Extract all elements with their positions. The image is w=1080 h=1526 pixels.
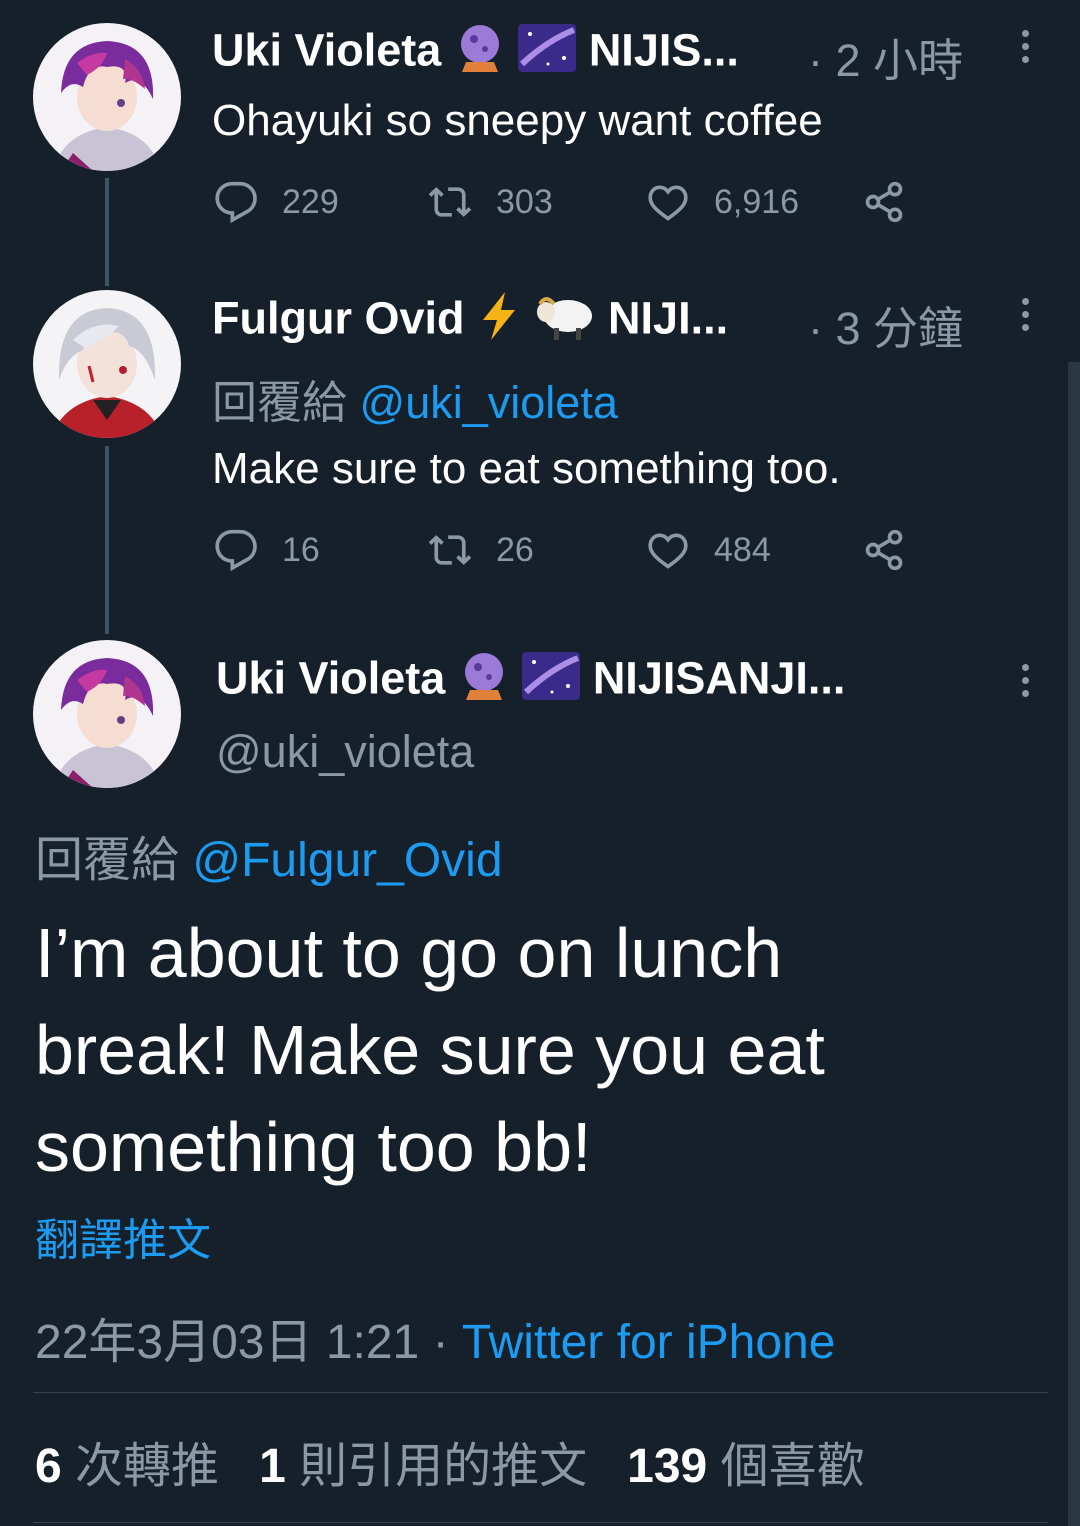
thread-line (105, 178, 109, 286)
like-total: 139 (627, 1440, 708, 1493)
share-button[interactable] (862, 528, 930, 572)
author-affiliation: NIJI... (608, 292, 729, 344)
uki-avatar[interactable] (33, 23, 181, 171)
lightning-emoji (477, 290, 521, 353)
like-button[interactable]: 484 (646, 528, 771, 572)
more-icon[interactable] (1017, 298, 1033, 338)
reply-handle-link[interactable]: @Fulgur_Ovid (192, 834, 502, 887)
crystal-ball-emoji (454, 22, 506, 85)
like-count: 6,916 (714, 182, 800, 221)
reply-icon (215, 181, 257, 224)
main-handle[interactable]: @uki_violeta (216, 726, 474, 778)
reply-count: 16 (282, 530, 320, 569)
author-name[interactable]: Uki Violeta (212, 24, 441, 75)
reply-to-line: 回覆給 @Fulgur_Ovid (35, 820, 503, 890)
tweet-2-text: Make sure to eat something too. (212, 444, 841, 493)
share-icon (865, 529, 903, 571)
divider (33, 1522, 1048, 1523)
sheep-emoji (534, 290, 596, 353)
reply-button[interactable]: 229 (214, 180, 339, 224)
uki-avatar[interactable] (33, 640, 181, 788)
like-stat-label: 個喜歡 (720, 1440, 865, 1493)
tweet-1-text: Ohayuki so sneepy want coffee (212, 96, 823, 145)
engagement-stats: 6 次轉推 1 則引用的推文 139 個喜歡 (35, 1426, 865, 1496)
timestamp[interactable]: 22年3月03日 1:21 (35, 1316, 419, 1369)
main-tweet-text: I’m about to go on lunch break! Make sur… (35, 905, 825, 1196)
crystal-ball-emoji (458, 650, 510, 713)
more-icon[interactable] (1017, 30, 1033, 70)
author-name[interactable]: Fulgur Ovid (212, 292, 465, 343)
quote-stat-label: 則引用的推文 (299, 1440, 588, 1493)
like-count: 484 (714, 530, 771, 569)
main-text-line: break! Make sure you eat (35, 1011, 825, 1089)
retweet-total: 6 (35, 1440, 62, 1493)
tweet-2-author[interactable]: Fulgur Ovid NIJI... (212, 290, 728, 353)
like-button[interactable]: 6,916 (646, 180, 799, 224)
reply-handle-link[interactable]: @uki_violeta (360, 377, 618, 428)
share-button[interactable] (862, 180, 930, 224)
quote-total: 1 (259, 1440, 286, 1493)
main-author[interactable]: Uki Violeta NIJISANJI... (216, 650, 845, 713)
retweet-icon (428, 187, 472, 217)
source-link[interactable]: Twitter for iPhone (462, 1316, 836, 1369)
quote-stat[interactable]: 1 則引用的推文 (259, 1440, 587, 1493)
reply-button[interactable]: 16 (214, 528, 320, 572)
retweet-stat-label: 次轉推 (75, 1440, 220, 1493)
retweet-button[interactable]: 303 (428, 180, 553, 224)
author-affiliation: NIJIS... (588, 24, 739, 76)
retweet-icon (428, 535, 472, 565)
retweet-button[interactable]: 26 (428, 528, 534, 572)
reply-prefix: 回覆給 (212, 377, 348, 428)
fulgur-avatar[interactable] (33, 290, 181, 438)
galaxy-emoji (522, 652, 581, 711)
separator-dot: · (432, 1316, 449, 1369)
divider (33, 1392, 1048, 1393)
main-text-line: something too bb! (35, 1108, 592, 1186)
reply-prefix: 回覆給 (35, 834, 180, 887)
thread-line (105, 446, 109, 634)
tweet-1-time[interactable]: · 2 小時 (808, 24, 963, 89)
tweet-1-author[interactable]: Uki Violeta NIJIS... (212, 22, 739, 85)
main-text-line: I’m about to go on lunch (35, 914, 783, 992)
reply-to-line: 回覆給 @uki_violeta (212, 366, 618, 431)
more-icon[interactable] (1017, 664, 1033, 704)
translate-tweet-link[interactable]: 翻譯推文 (35, 1204, 211, 1268)
like-icon (648, 533, 688, 569)
retweet-count: 26 (496, 530, 534, 569)
like-icon (648, 185, 688, 221)
tweet-metadata: 22年3月03日 1:21 · Twitter for iPhone (35, 1302, 835, 1372)
like-stat[interactable]: 139 個喜歡 (627, 1440, 864, 1493)
retweet-count: 303 (496, 182, 553, 221)
scrollbar[interactable] (1068, 362, 1080, 1526)
author-affiliation: NIJISANJI... (592, 652, 846, 704)
reply-count: 229 (282, 182, 339, 221)
reply-icon (215, 529, 257, 572)
retweet-stat[interactable]: 6 次轉推 (35, 1440, 219, 1493)
share-icon (865, 181, 903, 223)
tweet-2-time[interactable]: · 3 分鐘 (808, 292, 963, 357)
galaxy-emoji (518, 24, 577, 83)
author-name[interactable]: Uki Violeta (216, 652, 445, 703)
